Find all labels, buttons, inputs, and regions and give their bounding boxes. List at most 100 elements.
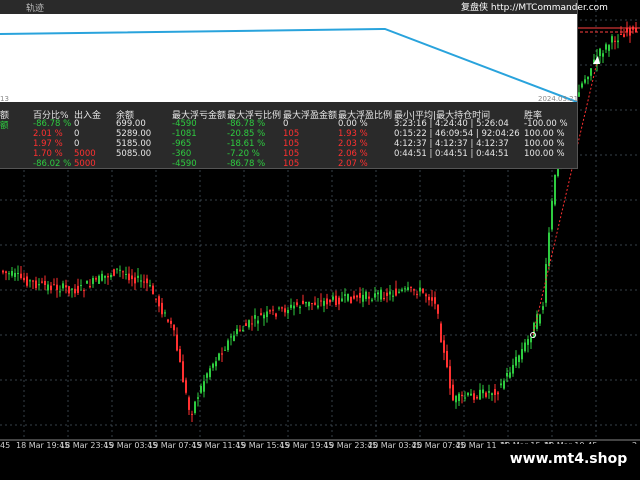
- table-cell: 0: [74, 119, 80, 129]
- table-cell: 5000: [74, 149, 96, 159]
- candle-body: [281, 307, 283, 309]
- table-cell: 3:23:16 | 4:24:40 | 5:26:04: [394, 119, 509, 129]
- table-cell: 699.00: [116, 119, 146, 129]
- candle-body: [125, 273, 127, 275]
- candle-body: [53, 284, 55, 286]
- table-cell: -18.61 %: [227, 139, 266, 149]
- candle-body: [197, 397, 199, 399]
- candle-body: [401, 289, 403, 291]
- candle-body: [407, 287, 409, 291]
- candle-body: [110, 274, 112, 278]
- candle-body: [320, 300, 322, 302]
- candle-body: [17, 273, 19, 275]
- candle-body: [392, 295, 394, 297]
- candle-body: [188, 397, 190, 410]
- candle-body: [83, 290, 85, 292]
- candle-body: [485, 392, 487, 397]
- table-cell: 100.00 %: [524, 149, 565, 159]
- candle-body: [179, 349, 181, 363]
- table-cell: 2.03 %: [338, 139, 368, 149]
- candle-body: [488, 391, 490, 393]
- equity-curve: [0, 27, 578, 103]
- candle-body: [494, 389, 496, 395]
- candle-body: [524, 342, 526, 352]
- candle-body: [260, 313, 262, 316]
- table-cell: 0: [74, 139, 80, 149]
- table-cell: 0:15:22 | 46:09:54 | 92:04:26: [394, 129, 520, 139]
- candle-body: [467, 392, 469, 396]
- candle-body: [440, 323, 442, 343]
- candle-body: [506, 372, 508, 377]
- candle-body: [2, 270, 4, 273]
- candle-body: [38, 284, 40, 286]
- candle-body: [296, 302, 298, 306]
- candle-body: [326, 298, 328, 305]
- candle-body: [248, 320, 250, 328]
- candle-body: [416, 293, 418, 295]
- candle-body: [44, 280, 46, 285]
- candle-body: [242, 329, 244, 332]
- end-date-label: 2024.03.21: [538, 95, 579, 103]
- table-cell: 100.00 %: [524, 129, 565, 139]
- candle-body: [323, 300, 325, 306]
- candle-body: [86, 280, 88, 284]
- candle-body: [578, 92, 580, 97]
- candle-body: [404, 288, 406, 290]
- candle-body: [449, 366, 451, 389]
- candle-body: [170, 320, 172, 324]
- candle-body: [32, 280, 34, 282]
- candle-body: [380, 289, 382, 300]
- candle-body: [212, 363, 214, 368]
- candle-body: [71, 288, 73, 290]
- candle-body: [272, 309, 274, 311]
- candle-body: [527, 339, 529, 345]
- candle-body: [437, 304, 439, 314]
- table-cell: 0.00 %: [338, 119, 368, 129]
- table-cell: -360: [172, 149, 192, 159]
- candle-body: [89, 285, 91, 288]
- candle-body: [476, 396, 478, 399]
- candle-body: [341, 298, 343, 302]
- candle-body: [395, 288, 397, 296]
- candle-body: [617, 40, 619, 43]
- panel-title: 轨迹: [26, 4, 45, 14]
- candle-body: [293, 305, 295, 309]
- candle-body: [26, 276, 28, 286]
- table-cell: -4590: [172, 119, 197, 129]
- table-cell: 1.97 %: [33, 139, 63, 149]
- price-chart-window[interactable]: 轨迹 复盘侠 http://MTCommander.com 13 2024.03…: [0, 0, 640, 480]
- candle-body: [428, 296, 430, 301]
- candle-body: [191, 413, 193, 415]
- candle-body: [20, 273, 22, 279]
- table-cell: -20.85 %: [227, 129, 266, 139]
- candle-body: [500, 383, 502, 386]
- candle-body: [182, 361, 184, 383]
- candle-body: [470, 393, 472, 396]
- candle-body: [131, 275, 133, 280]
- candle-body: [269, 310, 271, 312]
- candle-body: [413, 289, 415, 291]
- candle-body: [368, 296, 370, 299]
- candle-body: [383, 297, 385, 300]
- candle-body: [275, 313, 277, 317]
- table-cell: 4:12:37 | 4:12:37 | 4:12:37: [394, 139, 509, 149]
- candle-body: [452, 384, 454, 401]
- table-cell: -965: [172, 139, 192, 149]
- candle-body: [329, 299, 331, 303]
- candle-body: [50, 285, 52, 291]
- candle-body: [62, 283, 64, 289]
- watermark: www.mt4.shop: [497, 444, 640, 474]
- candle-body: [482, 389, 484, 394]
- candle-body: [194, 401, 196, 414]
- table-cell: 1.70 %: [33, 149, 63, 159]
- brand-link[interactable]: 复盘侠 http://MTCommander.com: [461, 0, 608, 13]
- candle-body: [434, 297, 436, 304]
- candle-body: [218, 353, 220, 360]
- table-cell: 5085.00: [116, 149, 152, 159]
- candle-body: [473, 393, 475, 400]
- candle-body: [137, 275, 139, 278]
- candle-body: [302, 300, 304, 304]
- candle-body: [104, 275, 106, 278]
- candle-body: [305, 301, 307, 304]
- candle-body: [164, 312, 166, 314]
